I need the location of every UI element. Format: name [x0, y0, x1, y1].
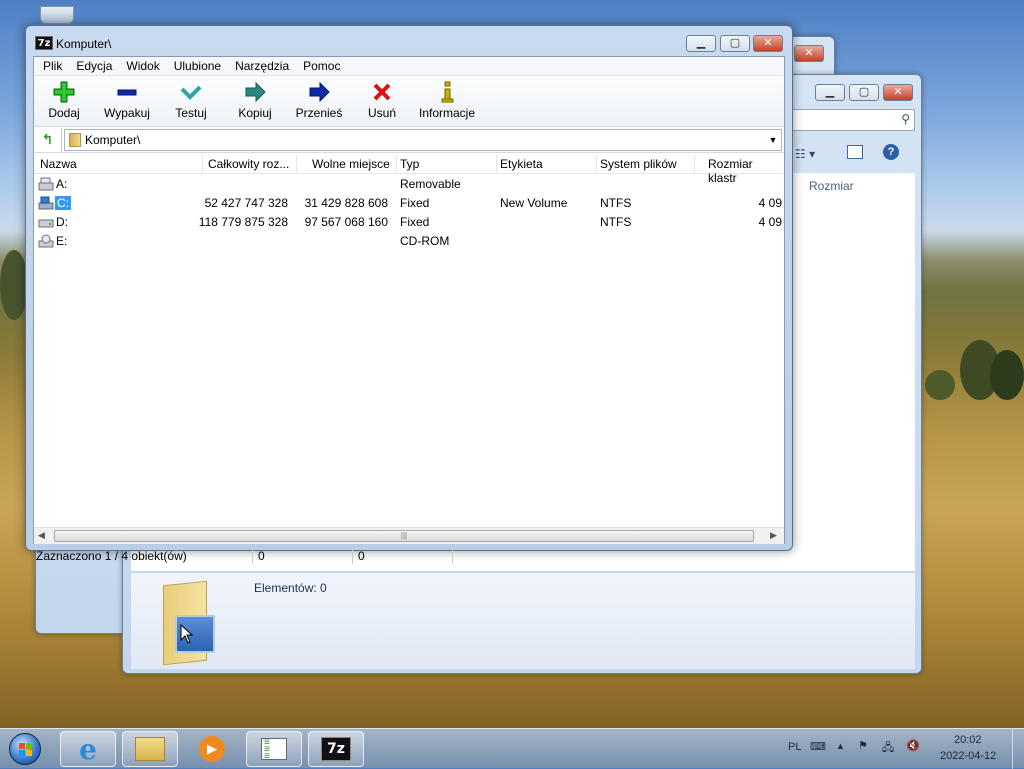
show-desktop-button[interactable] — [1012, 729, 1024, 769]
info-button[interactable]: Informacje — [414, 76, 480, 126]
add-icon — [52, 80, 76, 104]
search-box[interactable]: ⚲ — [791, 109, 915, 131]
minimize-button[interactable]: ▁ — [686, 35, 716, 52]
show-hidden-icons[interactable]: ▲ — [836, 741, 845, 751]
network-icon[interactable]: 🖧 — [882, 739, 894, 758]
list-item[interactable]: C: 52 427 747 328 31 429 828 608 Fixed N… — [34, 194, 784, 213]
col-calkowity[interactable]: Całkowity roz... — [208, 157, 289, 171]
horizontal-scrollbar[interactable]: ◀ ||| ▶ — [34, 527, 784, 544]
toolbar: Dodaj Wypakuj Testuj Kopiuj Przenieś Usu… — [34, 76, 784, 127]
folder-icon — [135, 737, 165, 761]
col-nazwa[interactable]: Nazwa — [40, 157, 77, 171]
extract-icon — [115, 80, 139, 104]
info-icon — [435, 80, 459, 104]
cd-drive-icon — [38, 234, 54, 248]
language-indicator[interactable]: PL — [788, 741, 801, 753]
taskbar: e ▶ ≡ ≡ ≡ 7z PL ⌨ ▲ ⚑ 🖧 🔇 20:02 2022-04-12 — [0, 728, 1024, 769]
col-system[interactable]: System plików — [600, 157, 677, 171]
maximize-button[interactable]: ▢ — [849, 84, 879, 101]
keyboard-icon[interactable]: ⌨ — [810, 740, 826, 753]
move-button[interactable]: Przenieś — [288, 76, 350, 126]
7zip-app-icon: 7z — [35, 36, 53, 50]
menu-edycja[interactable]: Edycja — [69, 57, 119, 75]
volume-muted-icon[interactable]: 🔇 — [906, 739, 920, 752]
action-center-icon[interactable]: ⚑ — [858, 739, 868, 752]
7zip-icon: 7z — [321, 737, 351, 761]
close-button[interactable]: ✕ — [753, 35, 783, 52]
clock-date[interactable]: 2022-04-12 — [940, 750, 996, 762]
status-size: 0 — [258, 549, 265, 563]
status-bar: Zaznaczono 1 / 4 obiekt(ów) 0 0 — [34, 544, 784, 566]
hard-drive-icon — [38, 215, 54, 229]
taskbar-file-explorer[interactable] — [122, 731, 178, 767]
window-title: Komputer\ — [56, 37, 112, 51]
list-item[interactable]: D: 118 779 875 328 97 567 068 160 Fixed … — [34, 213, 784, 232]
7zip-window[interactable]: 7z Komputer\ ▁ ▢ ✕ Plik Edycja Widok Ulu… — [25, 25, 793, 564]
up-arrow-icon: ↰ — [41, 131, 54, 147]
media-player-icon: ▶ — [199, 736, 225, 762]
delete-button[interactable]: Usuń — [350, 76, 414, 126]
menu-narzedzia[interactable]: Narzędzia — [228, 57, 296, 75]
status-selection: Zaznaczono 1 / 4 obiekt(ów) — [36, 549, 187, 563]
menu-widok[interactable]: Widok — [119, 57, 166, 75]
close-button[interactable]: ✕ — [883, 84, 913, 101]
close-button[interactable]: ✕ — [794, 45, 824, 62]
help-icon[interactable]: ? — [883, 144, 899, 160]
move-icon — [307, 80, 331, 104]
menu-plik[interactable]: Plik — [36, 57, 69, 75]
folder-icon — [157, 579, 215, 666]
details-pane: Elementów: 0 — [131, 573, 915, 669]
copy-icon — [243, 80, 267, 104]
windows-orb-icon — [9, 733, 41, 765]
scroll-thumb[interactable]: ||| — [54, 530, 754, 542]
add-button[interactable]: Dodaj — [34, 76, 94, 126]
status-packed-size: 0 — [358, 549, 365, 563]
preview-pane-icon[interactable] — [847, 145, 863, 159]
view-options-icon[interactable]: ☷ ▾ — [795, 147, 815, 161]
taskbar-notepad-list[interactable]: ≡ ≡ ≡ — [246, 731, 302, 767]
items-count: Elementów: 0 — [254, 581, 327, 595]
mouse-cursor — [180, 623, 194, 647]
list-header: Nazwa Całkowity roz... Wolne miejsce Typ… — [34, 153, 784, 185]
col-etykieta[interactable]: Etykieta — [500, 157, 543, 171]
client-area: Plik Edycja Widok Ulubione Narzędzia Pom… — [33, 56, 785, 564]
address-bar: ↰ Komputer\ ▼ — [34, 127, 784, 153]
list-item[interactable]: A: Removable — [34, 175, 784, 194]
floppy-drive-icon — [38, 177, 54, 191]
recycle-bin-icon[interactable] — [40, 6, 74, 24]
menu-bar: Plik Edycja Widok Ulubione Narzędzia Pom… — [34, 57, 784, 76]
taskbar-7zip[interactable]: 7z — [308, 731, 364, 767]
column-size[interactable]: Rozmiar — [809, 179, 854, 193]
search-icon: ⚲ — [901, 112, 910, 126]
up-folder-button[interactable]: ↰ — [34, 127, 62, 152]
scroll-right-icon[interactable]: ▶ — [770, 530, 777, 541]
address-field[interactable]: Komputer\ ▼ — [64, 128, 782, 151]
explorer-commandbar: ☷ ▾ ? — [791, 141, 917, 169]
list-item[interactable]: E: CD-ROM — [34, 232, 784, 251]
test-button[interactable]: Testuj — [160, 76, 222, 126]
scroll-left-icon[interactable]: ◀ — [38, 530, 45, 541]
delete-icon — [370, 80, 394, 104]
start-button[interactable] — [0, 731, 50, 767]
internet-explorer-icon: e — [79, 732, 97, 766]
test-icon — [179, 80, 203, 104]
menu-pomoc[interactable]: Pomoc — [296, 57, 347, 75]
minimize-button[interactable]: ▁ — [815, 84, 845, 101]
extract-button[interactable]: Wypakuj — [94, 76, 160, 126]
taskbar-media-player[interactable]: ▶ — [184, 731, 240, 767]
copy-button[interactable]: Kopiuj — [222, 76, 288, 126]
col-wolne[interactable]: Wolne miejsce — [312, 157, 390, 171]
taskbar-internet-explorer[interactable]: e — [60, 731, 116, 767]
col-typ[interactable]: Typ — [400, 157, 419, 171]
clock-time[interactable]: 20:02 — [954, 734, 982, 746]
system-drive-icon — [38, 196, 54, 210]
drive-list: A: Removable C: 52 427 747 328 31 429 82… — [34, 174, 784, 499]
maximize-button[interactable]: ▢ — [720, 35, 750, 52]
menu-ulubione[interactable]: Ulubione — [167, 57, 228, 75]
list-icon: ≡ ≡ ≡ — [261, 738, 287, 762]
chevron-down-icon[interactable]: ▼ — [765, 135, 781, 145]
folder-icon — [69, 132, 81, 147]
